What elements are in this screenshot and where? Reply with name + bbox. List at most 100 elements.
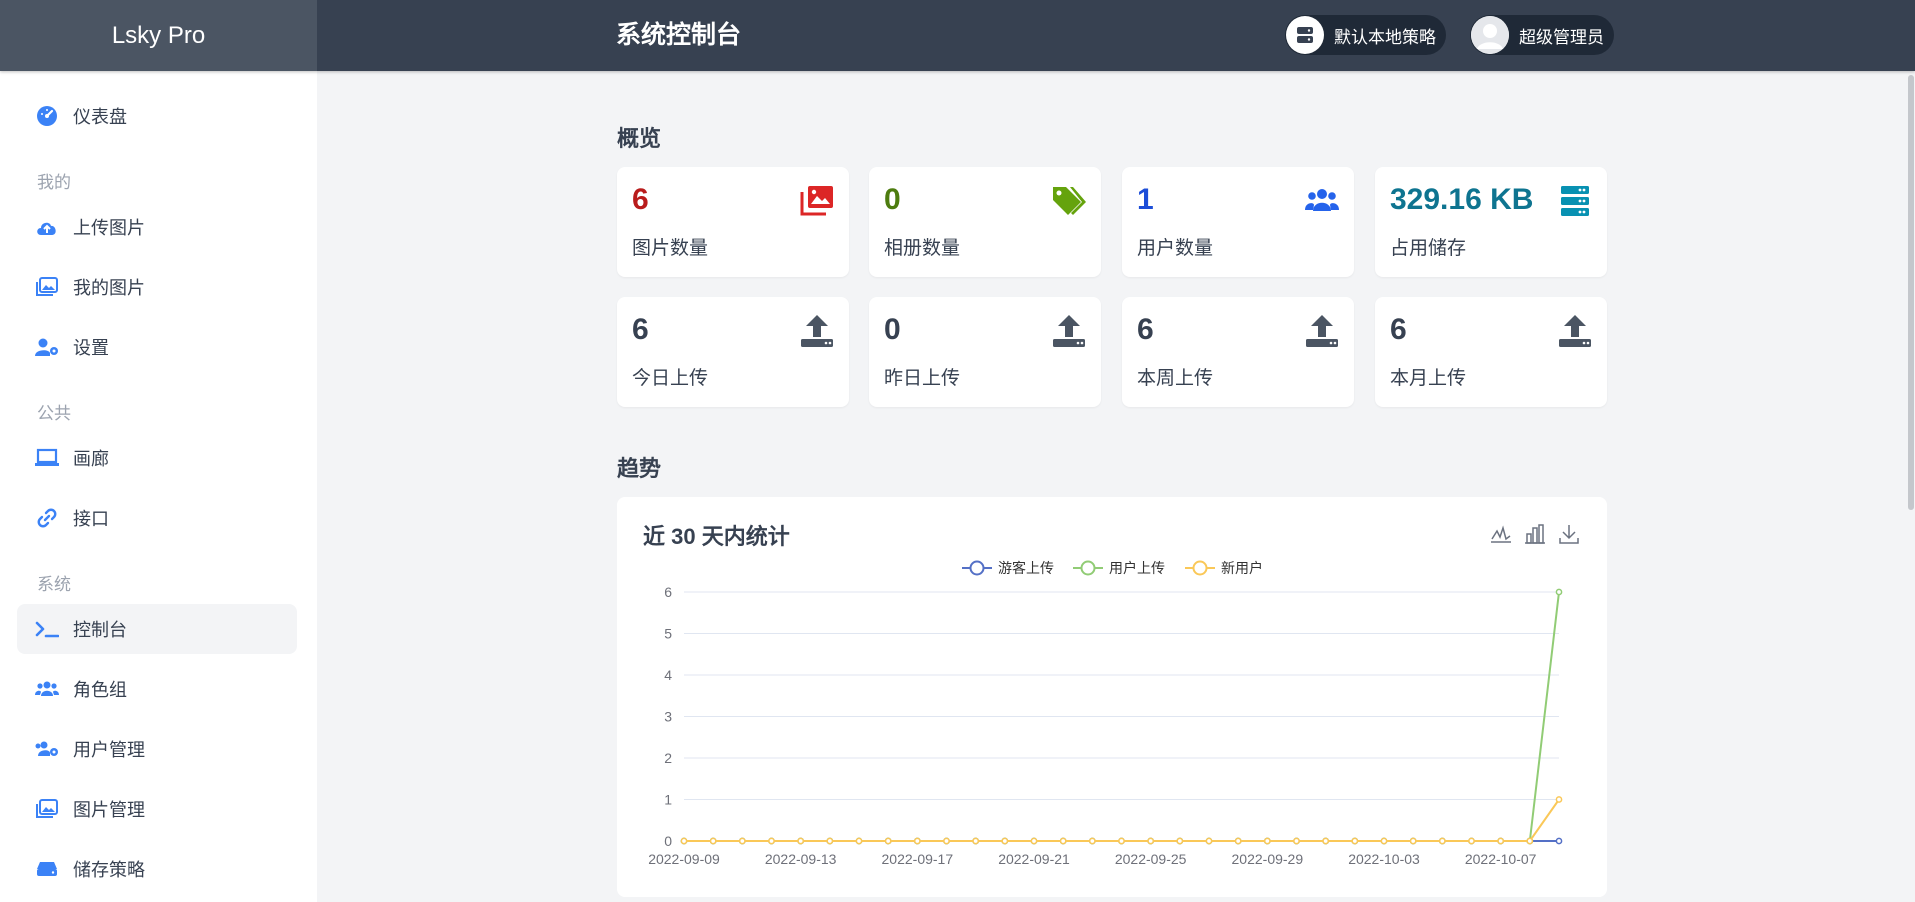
data-point: [1438, 837, 1446, 845]
sidebar-item-label: 接口: [73, 509, 109, 529]
stat-label: 相册数量: [884, 238, 961, 259]
data-point: [1147, 837, 1155, 845]
data-point: [972, 837, 980, 845]
sidebar-item-label: 控制台: [73, 620, 127, 640]
stat-value: 1: [1137, 183, 1154, 216]
data-point: [1263, 837, 1271, 845]
stat-card-storage: 329.16 KB 占用储存: [1375, 167, 1607, 277]
legend-marker: [1192, 560, 1208, 576]
sidebar-item-storage[interactable]: 储存策略: [17, 844, 297, 894]
link-icon: [35, 506, 59, 530]
legend-label: 新用户: [1221, 560, 1263, 576]
data-point: [1555, 588, 1563, 596]
data-point: [1555, 796, 1563, 803]
stat-card-users: 1 用户数量: [1122, 167, 1354, 277]
trend-chart: 0 1 2 3 4 5 6 2022-09-09 2022-09-13 2022-09-17 202…: [648, 560, 1563, 867]
upload-icon: [1559, 315, 1591, 347]
users-icon: [1305, 189, 1339, 211]
upload-icon: [801, 315, 833, 347]
bar-chart-icon[interactable]: [1523, 522, 1547, 546]
y-tick-label: 1: [664, 792, 672, 808]
x-tick-label: 2022-09-13: [765, 851, 837, 867]
sidebar-item-gallery[interactable]: 画廊: [17, 433, 297, 483]
images-icon: [35, 797, 59, 821]
sidebar-item-label: 储存策略: [73, 860, 145, 880]
data-point: [1293, 837, 1300, 845]
stat-value: 6: [632, 313, 649, 346]
stat-card-month: 6 本月上传: [1375, 297, 1607, 407]
legend-marker: [969, 560, 985, 576]
strategy-label: 默认本地策略: [1334, 27, 1436, 47]
brand-logo[interactable]: Lsky Pro: [0, 0, 317, 71]
data-point: [1468, 837, 1475, 845]
stat-card-week: 6 本周上传: [1122, 297, 1354, 407]
strategy-selector[interactable]: 默认本地策略: [1285, 15, 1446, 55]
sidebar-item-label: 画廊: [73, 449, 109, 469]
stat-label: 图片数量: [632, 238, 709, 259]
sidebar: 仪表盘 我的 上传图片 我的图片 设置 公共 画廊 接口 系统 控制台 角色组 …: [0, 71, 317, 902]
sidebar-item-label: 设置: [73, 338, 109, 358]
scrollbar[interactable]: [1907, 71, 1915, 902]
data-point: [1351, 837, 1359, 845]
data-point: [1380, 837, 1388, 845]
data-point: [1059, 837, 1067, 845]
nav-group-public: 公共: [37, 404, 71, 423]
user-gear-icon: [35, 335, 59, 359]
sidebar-item-settings[interactable]: 设置: [17, 322, 297, 372]
data-point: [1205, 837, 1213, 845]
sidebar-item-users[interactable]: 用户管理: [17, 724, 297, 774]
cloud-upload-icon: [35, 215, 59, 239]
avatar: [1471, 16, 1509, 54]
nav-group-mine: 我的: [37, 173, 71, 192]
sidebar-item-dashboard[interactable]: 仪表盘: [17, 91, 297, 141]
stat-label: 占用储存: [1390, 238, 1467, 259]
sidebar-item-images[interactable]: 图片管理: [17, 784, 297, 834]
user-label: 超级管理员: [1519, 27, 1604, 47]
trend-title: 趋势: [617, 456, 662, 481]
stat-label: 今日上传: [632, 368, 709, 389]
sidebar-item-label: 角色组: [73, 680, 127, 700]
sidebar-item-label: 仪表盘: [73, 107, 127, 127]
scrollbar-thumb[interactable]: [1908, 75, 1914, 510]
download-icon[interactable]: [1557, 522, 1581, 546]
data-point: [768, 837, 775, 845]
hdd-icon: [35, 857, 59, 881]
data-point: [884, 837, 892, 845]
series-line: [684, 798, 1560, 842]
data-point: [680, 837, 688, 845]
gauge-icon: [35, 104, 59, 128]
user-menu[interactable]: 超级管理员: [1470, 15, 1614, 55]
data-point: [738, 837, 746, 845]
y-tick-label: 2: [664, 750, 672, 766]
y-tick-label: 3: [664, 709, 672, 725]
sidebar-item-console[interactable]: 控制台: [17, 604, 297, 654]
line-chart-icon[interactable]: [1489, 522, 1513, 546]
data-point: [1118, 837, 1125, 845]
images-icon: [35, 275, 59, 299]
sidebar-item-label: 用户管理: [73, 740, 145, 760]
sidebar-item-roles[interactable]: 角色组: [17, 664, 297, 714]
trend-chart-card: 0 1 2 3 4 5 6 2022-09-09 2022-09-13 2022-09-17 202…: [617, 497, 1607, 897]
sidebar-item-my-images[interactable]: 我的图片: [17, 262, 297, 312]
legend-label: 用户上传: [1109, 560, 1165, 576]
laptop-icon: [35, 446, 59, 470]
stat-label: 昨日上传: [884, 368, 961, 389]
server-icon: [1286, 16, 1324, 54]
stat-label: 本周上传: [1137, 368, 1214, 389]
stat-label: 用户数量: [1137, 238, 1214, 259]
chart-title: 近 30 天内统计: [643, 524, 790, 549]
sidebar-item-label: 图片管理: [73, 800, 145, 820]
users-gear-icon: [35, 737, 59, 761]
data-point: [913, 837, 921, 845]
data-point: [1030, 837, 1038, 845]
stat-card-albums: 0 相册数量: [869, 167, 1101, 277]
data-point: [1409, 837, 1417, 845]
sidebar-item-api[interactable]: 接口: [17, 493, 297, 543]
legend-label: 游客上传: [998, 560, 1054, 576]
server-icon: [1561, 186, 1589, 216]
page-title: 系统控制台: [616, 21, 742, 49]
data-point: [1088, 837, 1096, 845]
sidebar-item-upload[interactable]: 上传图片: [17, 202, 297, 252]
data-point: [943, 837, 950, 845]
data-point: [1234, 837, 1242, 845]
